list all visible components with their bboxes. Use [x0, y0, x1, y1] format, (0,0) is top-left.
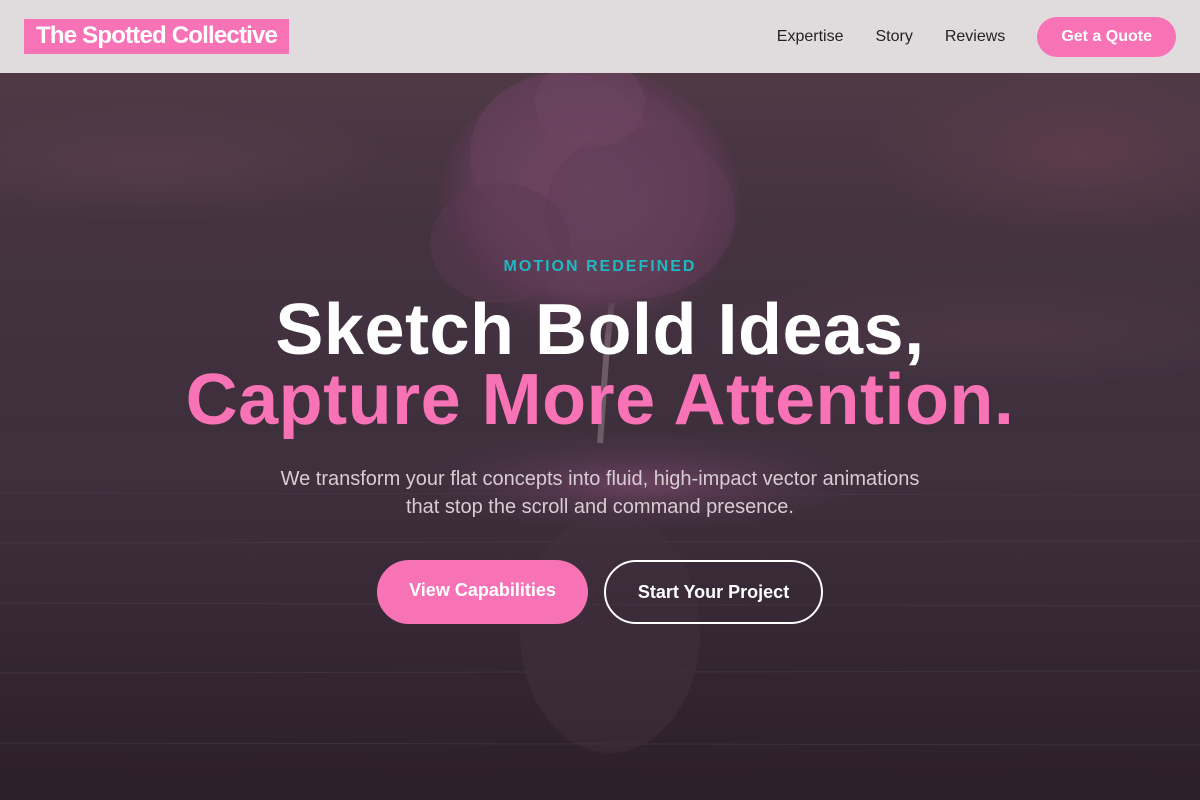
headline-line-2: Capture More Attention. [185, 360, 1015, 440]
nav-link-story[interactable]: Story [876, 28, 913, 46]
nav-link-reviews[interactable]: Reviews [945, 28, 1005, 46]
hero-headline: Sketch Bold Ideas, Capture More Attentio… [0, 290, 1200, 440]
nav-link-expertise[interactable]: Expertise [777, 28, 844, 46]
hero-eyebrow: MOTION REDEFINED [503, 258, 697, 275]
landing-page: The Spotted Collective Expertise Story R… [0, 0, 1200, 800]
get-quote-button[interactable]: Get a Quote [1037, 16, 1176, 57]
site-header: The Spotted Collective Expertise Story R… [0, 0, 1200, 73]
start-project-button[interactable]: Start Your Project [604, 560, 823, 624]
main-nav: Expertise Story Reviews Get a Quote [777, 16, 1176, 57]
brand-logo[interactable]: The Spotted Collective [24, 19, 290, 54]
view-capabilities-button[interactable]: View Capabilities [377, 560, 588, 624]
headline-line-1: Sketch Bold Ideas, [275, 290, 925, 370]
hero-subtext: We transform your flat concepts into flu… [280, 468, 920, 518]
hero-cta-group: View Capabilities Start Your Project [0, 560, 1200, 624]
